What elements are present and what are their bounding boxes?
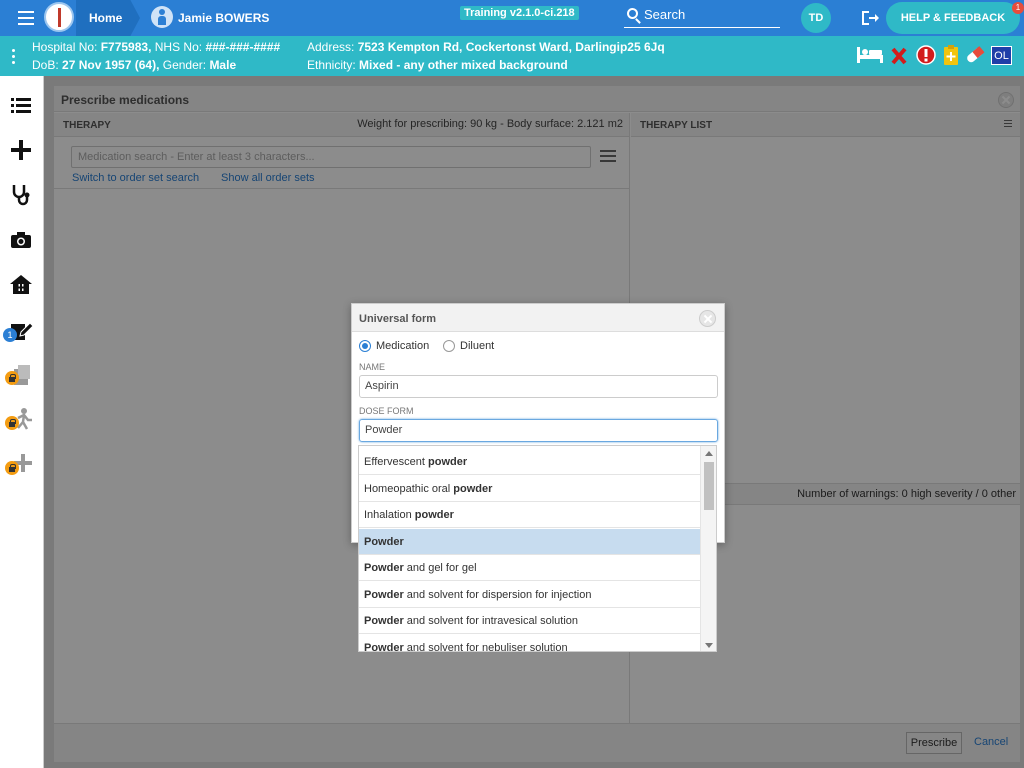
scroll-down-icon[interactable] xyxy=(705,643,713,648)
option-text-match: powder xyxy=(414,509,454,521)
menu-icon[interactable] xyxy=(18,11,34,25)
allergy-x-icon[interactable] xyxy=(891,47,907,65)
address-label: Address: xyxy=(307,40,358,54)
app-logo[interactable] xyxy=(44,2,74,32)
dob-label: DoB: xyxy=(32,58,63,72)
kebab-menu-icon[interactable] xyxy=(12,49,16,67)
close-icon[interactable] xyxy=(699,310,716,327)
option-text-post: and solvent for intravesical solution xyxy=(403,615,578,627)
logout-icon[interactable] xyxy=(860,9,880,27)
gender-label: Gender: xyxy=(159,58,210,72)
alert-icon[interactable] xyxy=(916,45,936,65)
gender: Male xyxy=(209,58,237,72)
search-icon xyxy=(627,8,638,19)
option-text-match: Powder xyxy=(364,535,404,548)
dose-form-label: DOSE FORM xyxy=(359,406,414,416)
list-icon[interactable] xyxy=(11,98,31,114)
home-label[interactable]: Home xyxy=(89,11,122,25)
dose-form-dropdown: Effervescent powder Homeopathic oral powd… xyxy=(358,445,717,652)
patient-dob-gender: DoB: 27 Nov 1957 (64), Gender: Male xyxy=(32,58,236,72)
hospital-no: F775983, xyxy=(100,40,152,54)
hospital-no-label: Hospital No: xyxy=(32,40,101,54)
lock-icon xyxy=(5,461,19,475)
option-text-match: Powder xyxy=(364,615,404,627)
camera-icon[interactable] xyxy=(11,232,31,248)
radio-diluent[interactable] xyxy=(443,340,455,352)
notes-count-badge: 1 xyxy=(3,328,17,342)
nhs-no-label: NHS No: xyxy=(151,40,206,54)
user-avatar[interactable]: TD xyxy=(801,3,831,33)
option-text-match: Powder xyxy=(364,562,404,574)
option-text-pre: Homeopathic oral xyxy=(364,482,454,495)
option-text-pre: Effervescent xyxy=(364,456,428,468)
dob: 27 Nov 1957 (64), xyxy=(62,58,160,72)
bed-icon[interactable] xyxy=(856,45,884,65)
patient-name[interactable]: Jamie BOWERS xyxy=(178,11,269,25)
option-text-post: and gel for gel xyxy=(403,562,477,574)
patient-icon xyxy=(151,6,173,28)
dropdown-option[interactable]: Powder xyxy=(359,528,700,555)
ethnicity: Mixed - any other mixed background xyxy=(359,58,568,72)
lock-icon xyxy=(5,416,19,430)
training-version-badge: Training v2.1.0-ci.218 xyxy=(460,6,579,20)
universal-form-title: Universal form xyxy=(359,313,437,325)
ethnicity-label: Ethnicity: xyxy=(307,58,360,72)
option-text-pre: Inhalation xyxy=(364,509,415,521)
option-text-match: Powder xyxy=(364,588,404,601)
global-search[interactable]: Search xyxy=(624,5,780,28)
dropdown-scrollbar[interactable] xyxy=(700,446,716,651)
patient-ids: Hospital No: F775983, NHS No: ###-###-##… xyxy=(32,40,280,54)
dropdown-option[interactable]: Powder and solvent for intravesical solu… xyxy=(359,608,700,634)
nhs-no: ###-###-#### xyxy=(205,40,281,54)
option-text-match: powder xyxy=(428,456,468,468)
search-label: Search xyxy=(644,7,686,22)
dropdown-option[interactable]: Homeopathic oral powder xyxy=(359,476,700,502)
add-icon[interactable] xyxy=(11,140,31,160)
left-sidebar: 1 xyxy=(0,76,44,768)
pill-icon[interactable] xyxy=(964,45,986,65)
patient-banner: Hospital No: F775983, NHS No: ###-###-##… xyxy=(0,36,1024,76)
clipboard-icon[interactable] xyxy=(943,44,959,66)
dose-form-field[interactable]: Powder xyxy=(359,419,718,442)
stethoscope-icon[interactable] xyxy=(11,184,31,206)
dropdown-option[interactable]: Powder and solvent for dispersion for in… xyxy=(359,582,700,608)
option-text-match: powder xyxy=(453,482,493,495)
address: 7523 Kempton Rd, Cockertonst Ward, Darli… xyxy=(357,40,665,54)
patient-ethnicity: Ethnicity: Mixed - any other mixed backg… xyxy=(307,58,568,72)
dropdown-option[interactable]: Powder and solvent for nebuliser solutio… xyxy=(359,635,700,652)
dropdown-option[interactable]: Effervescent powder xyxy=(359,449,700,475)
dropdown-option[interactable]: Inhalation powder xyxy=(359,502,700,528)
option-text-match: Powder xyxy=(364,641,404,652)
notification-badge: 1 xyxy=(1012,2,1024,14)
help-feedback-button[interactable]: HELP & FEEDBACK xyxy=(886,2,1020,34)
option-text-post: and solvent for dispersion for injection xyxy=(403,588,592,601)
universal-form-header: Universal form xyxy=(352,304,724,332)
radio-medication-label[interactable]: Medication xyxy=(376,340,429,352)
scroll-thumb[interactable] xyxy=(704,462,714,510)
name-label: NAME xyxy=(359,362,386,372)
lock-icon xyxy=(5,371,19,385)
top-bar: Home Jamie BOWERS Training v2.1.0-ci.218… xyxy=(0,0,1024,36)
dropdown-option[interactable]: Powder and gel for gel xyxy=(359,555,700,581)
ol-badge[interactable]: OL xyxy=(991,46,1012,65)
option-text-post: and solvent for nebuliser solution xyxy=(403,641,568,652)
name-field[interactable]: Aspirin xyxy=(359,375,718,398)
radio-medication[interactable] xyxy=(359,340,371,352)
patient-address: Address: 7523 Kempton Rd, Cockertonst Wa… xyxy=(307,40,665,54)
radio-diluent-label[interactable]: Diluent xyxy=(460,340,494,352)
home-care-icon[interactable] xyxy=(10,275,32,295)
scroll-up-icon[interactable] xyxy=(705,451,713,456)
